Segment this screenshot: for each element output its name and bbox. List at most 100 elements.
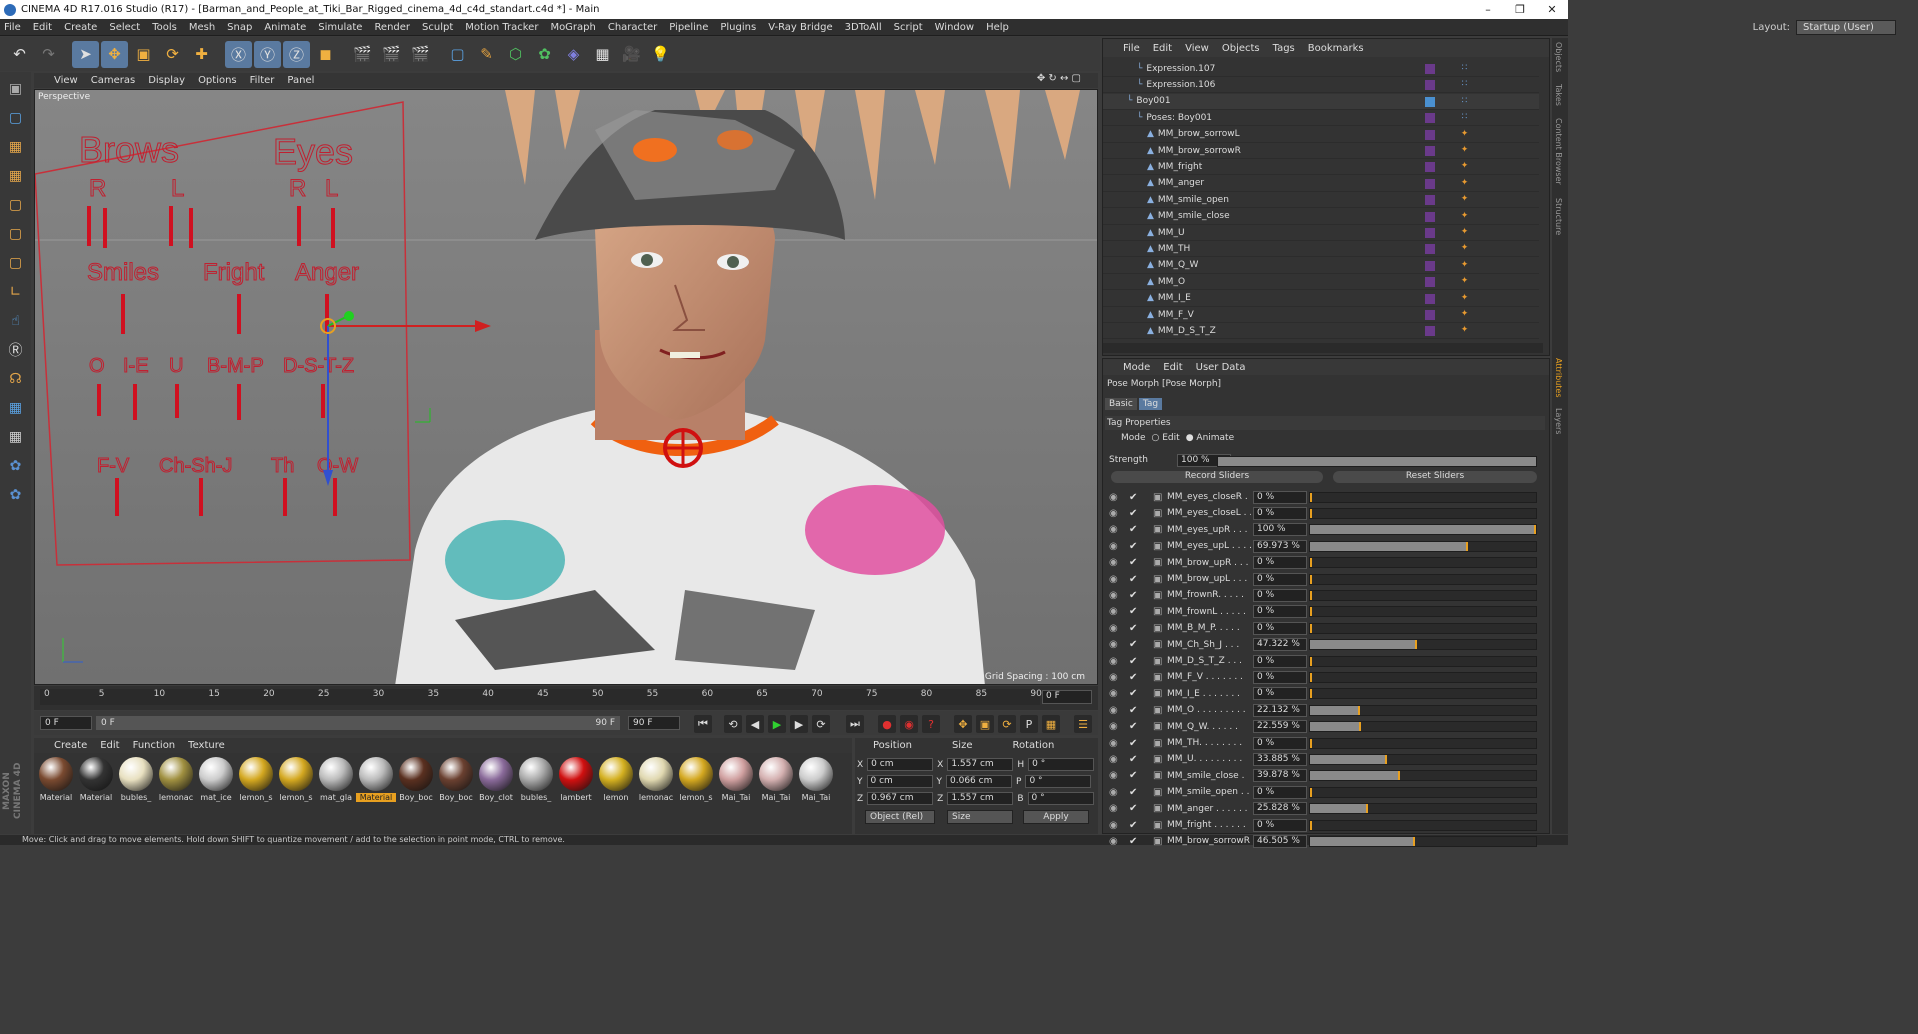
enable-checkbox[interactable]: ✔ (1129, 541, 1137, 552)
render-picture-viewer-icon[interactable]: 🎬 (378, 41, 405, 68)
enable-checkbox[interactable]: ✔ (1129, 656, 1137, 667)
enable-checkbox[interactable]: ✔ (1129, 524, 1137, 535)
enable-checkbox[interactable]: ✔ (1129, 574, 1137, 585)
pen-spline-icon[interactable]: ✎ (473, 41, 500, 68)
morph-slider-track[interactable] (1309, 819, 1537, 831)
object-row[interactable]: └ Poses: Boy001 ∷ (1103, 110, 1539, 127)
light-icon[interactable]: 💡 (647, 41, 674, 68)
menu-character[interactable]: Character (608, 22, 657, 33)
object-row[interactable]: ▲ MM_smile_close ✦ (1103, 209, 1539, 225)
object-row[interactable]: ▲ MM_anger ✦ (1103, 176, 1539, 192)
xpresso-tag-icon[interactable]: ∷ (1458, 78, 1471, 91)
morph-slider-track[interactable] (1309, 803, 1537, 815)
morph-slider-value[interactable]: 0 % (1253, 670, 1307, 684)
morph-slider-value[interactable]: 47.322 % (1253, 638, 1307, 652)
end-frame-field[interactable]: 90 F (628, 716, 680, 730)
morph-slider-value[interactable]: 39.878 % (1253, 769, 1307, 783)
next-key-icon[interactable]: ⟳ (812, 715, 830, 733)
timeline[interactable]: 0 5 10 15 20 25 30 35 40 45 50 55 60 65 70 75 80 85 90 0 F (34, 686, 1098, 710)
morph-slider-track[interactable] (1309, 721, 1537, 733)
visibility-dots-icon[interactable] (1425, 293, 1435, 304)
visibility-dots-icon[interactable] (1425, 211, 1435, 222)
morph-slider-track[interactable] (1309, 589, 1537, 601)
visibility-dots-icon[interactable] (1425, 326, 1435, 337)
morph-slider-value[interactable]: 33.885 % (1253, 752, 1307, 766)
material-swatch[interactable]: Mai_Tai (796, 757, 836, 807)
prev-key-icon[interactable]: ⟲ (724, 715, 742, 733)
key-scale-icon[interactable]: ▣ (976, 715, 994, 733)
menu-select[interactable]: Select (109, 22, 140, 33)
enable-checkbox[interactable]: ✔ (1129, 590, 1137, 601)
morph-slider-track[interactable] (1309, 507, 1537, 519)
enable-checkbox[interactable]: ✔ (1129, 672, 1137, 683)
object-row[interactable]: ▲ MM_brow_sorrowR ✦ (1103, 143, 1539, 159)
enable-checkbox[interactable]: ✔ (1129, 754, 1137, 765)
key-rotation-icon[interactable]: ⟳ (998, 715, 1016, 733)
menu-v-ray-bridge[interactable]: V-Ray Bridge (768, 22, 832, 33)
menu-simulate[interactable]: Simulate (318, 22, 362, 33)
tweak-mode-icon[interactable]: ☝ (3, 308, 29, 334)
animate-key-icon[interactable]: ◉ (1109, 672, 1118, 683)
tab-basic[interactable]: Basic (1105, 398, 1137, 410)
side-tab-takes[interactable]: Takes (1554, 84, 1563, 106)
object-row[interactable]: └ Expression.106 ∷ (1103, 77, 1539, 94)
object-row[interactable]: ▲ MM_O ✦ (1103, 274, 1539, 291)
viewport-menu-panel[interactable]: Panel (287, 75, 314, 86)
animate-key-icon[interactable]: ◉ (1109, 820, 1118, 831)
morph-slider-value[interactable]: 0 % (1253, 621, 1307, 635)
morph-slider-value[interactable]: 22.559 % (1253, 720, 1307, 734)
morph-slider-track[interactable] (1309, 524, 1537, 536)
side-tab-attributes[interactable]: Attributes (1554, 358, 1563, 398)
morph-slider-value[interactable]: 0 % (1253, 588, 1307, 602)
recent-tool-icon[interactable]: ✚ (188, 41, 215, 68)
morph-slider-track[interactable] (1309, 770, 1537, 782)
key-position-icon[interactable]: ✥ (954, 715, 972, 733)
morph-slider-track[interactable] (1309, 737, 1537, 749)
material-swatch[interactable]: lemonac (156, 757, 196, 807)
mode-edit-radio[interactable]: ○ Edit (1152, 433, 1180, 443)
morph-slider-track[interactable] (1309, 835, 1537, 847)
menu-script[interactable]: Script (894, 22, 923, 33)
enable-checkbox[interactable]: ✔ (1129, 738, 1137, 749)
menu-mograph[interactable]: MoGraph (550, 22, 595, 33)
material-swatch[interactable]: lemon (596, 757, 636, 807)
enable-checkbox[interactable]: ✔ (1129, 492, 1137, 503)
pose-tag-icon[interactable]: ✦ (1458, 259, 1471, 272)
axis-mode-icon[interactable]: ∟ (3, 279, 29, 305)
pose-tag-icon[interactable]: ✦ (1458, 160, 1471, 173)
animate-key-icon[interactable]: ◉ (1109, 557, 1118, 568)
morph-slider-value[interactable]: 0 % (1253, 506, 1307, 520)
viewport-menu-filter[interactable]: Filter (250, 75, 275, 86)
morph-slider-value[interactable]: 0 % (1253, 490, 1307, 504)
size-mode-dropdown[interactable]: Size (947, 810, 1013, 824)
visibility-dots-icon[interactable] (1425, 113, 1435, 124)
texture-mode-icon[interactable]: ▦ (3, 134, 29, 160)
enable-checkbox[interactable]: ✔ (1129, 721, 1137, 732)
material-swatch[interactable]: lemon_s (236, 757, 276, 807)
coordinate-mode-dropdown[interactable]: Object (Rel) (865, 810, 935, 824)
python-script-icon[interactable]: ✿ (3, 482, 29, 508)
morph-slider-track[interactable] (1309, 688, 1537, 700)
morph-slider-value[interactable]: 0 % (1253, 654, 1307, 668)
material-swatch[interactable]: Boy_boc (396, 757, 436, 807)
workplane-lock-icon[interactable]: ▦ (3, 395, 29, 421)
size-field[interactable]: 1.557 cm (947, 792, 1014, 805)
visibility-dots-icon[interactable] (1425, 146, 1435, 156)
animate-key-icon[interactable]: ◉ (1109, 639, 1118, 650)
object-row[interactable]: ▲ MM_U ✦ (1103, 225, 1539, 241)
size-field[interactable]: 1.557 cm (947, 758, 1014, 771)
material-swatch[interactable]: lemon_s (276, 757, 316, 807)
redo-icon[interactable]: ↷ (35, 41, 62, 68)
object-row[interactable]: ▲ MM_I_E ✦ (1103, 291, 1539, 307)
render-view-icon[interactable]: 🎬 (349, 41, 376, 68)
floor-icon[interactable]: ▦ (589, 41, 616, 68)
material-swatch[interactable]: bubles_ (116, 757, 156, 807)
object-row[interactable]: └ Expression.107 ∷ (1103, 61, 1539, 77)
attribute-menu-edit[interactable]: Edit (1163, 362, 1182, 373)
grid-icon[interactable]: ▦ (3, 424, 29, 450)
visibility-dots-icon[interactable] (1425, 260, 1435, 271)
minimize-button[interactable]: – (1472, 0, 1504, 19)
animate-key-icon[interactable]: ◉ (1109, 803, 1118, 814)
pose-tag-icon[interactable]: ✦ (1458, 308, 1471, 321)
z-axis-icon[interactable]: Ⓩ (283, 40, 310, 68)
